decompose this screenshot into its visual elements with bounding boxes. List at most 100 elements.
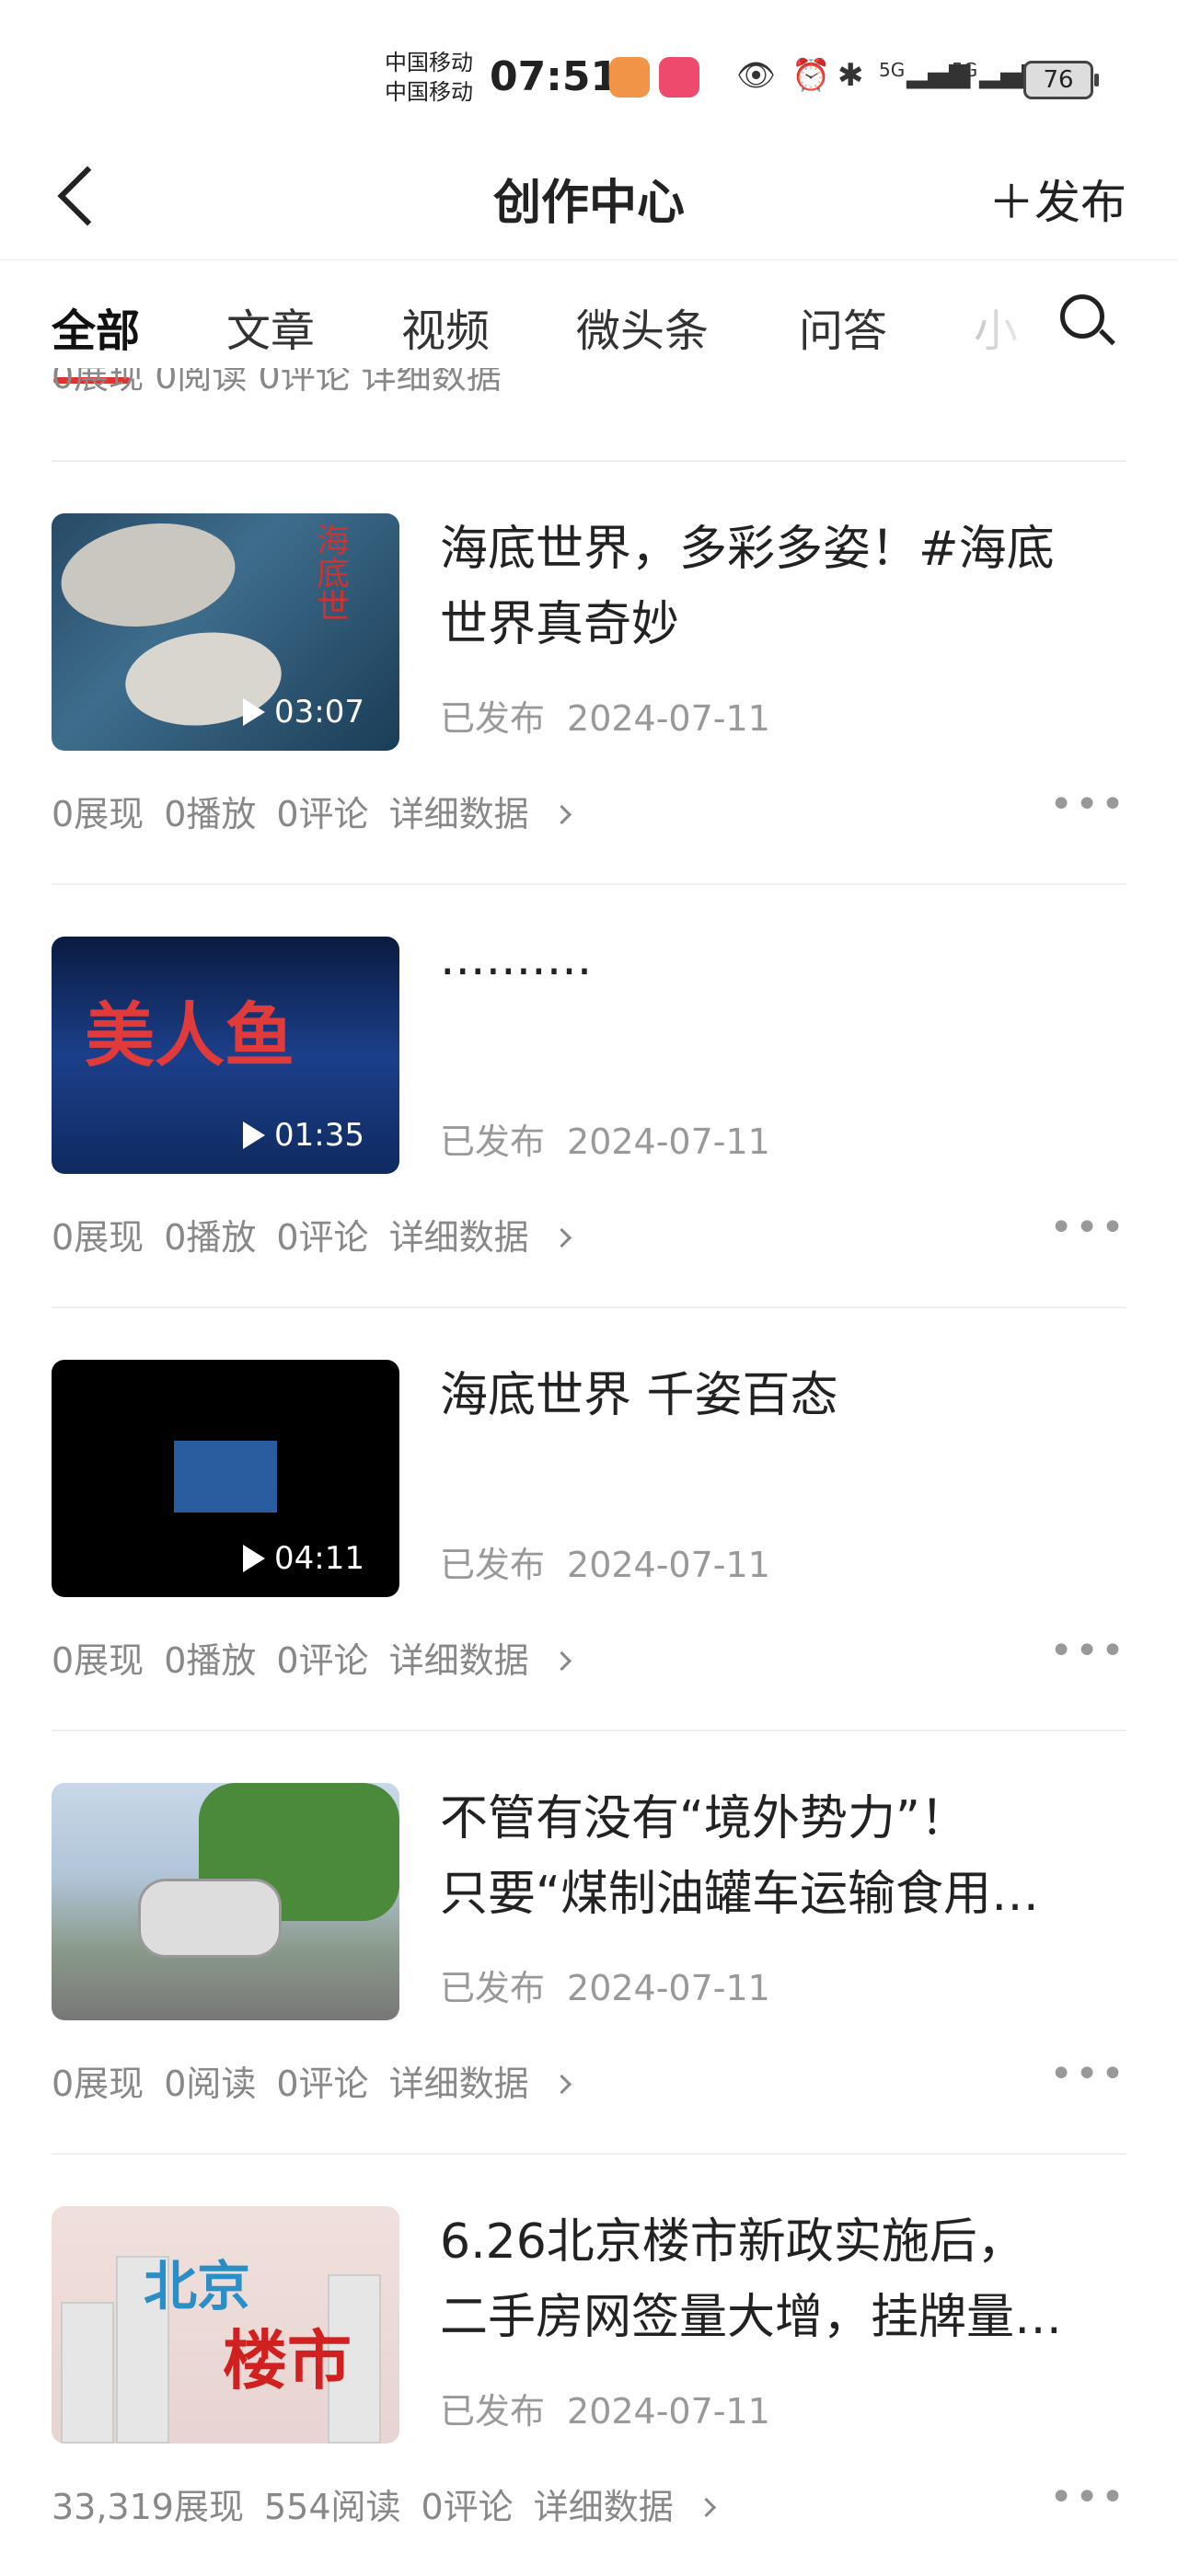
video-thumbnail[interactable]: 海底世 03:07 [52, 513, 399, 751]
title-line: 只要“煤制油罐车运输食用… [440, 1867, 1039, 1922]
divider [52, 1730, 1126, 1731]
tab-all[interactable]: 全部 [52, 294, 140, 359]
impressions: 0展现 [52, 1217, 144, 1258]
detail-data-link[interactable]: 详细数据 [389, 1217, 589, 1258]
network-5g-1: 5G [879, 59, 906, 81]
comments: 0评论 [421, 2487, 514, 2527]
title-line: 6.26北京楼市新政实施后， [440, 2214, 1025, 2270]
impressions: 0展现 [52, 1640, 144, 1681]
list-item[interactable]: 美人鱼 01:35 ·········· 已发布 2024-07-11 0展现 0播… [0, 883, 1178, 1306]
thumbnail-caption: 楼市 [223, 2323, 352, 2398]
tab-videos[interactable]: 视频 [401, 294, 490, 359]
comments: 0评论 [276, 794, 369, 834]
status-text: 已发布 [440, 1968, 546, 2008]
item-stats: 0展现 0阅读 0评论 详细数据 [52, 2055, 609, 2106]
carrier-info: 中国移动 中国移动 [385, 48, 473, 107]
title-line: ·········· [440, 945, 593, 1000]
duration-text: 03:07 [274, 694, 364, 730]
item-title[interactable]: 海底世界，多彩多姿！#海底 世界真奇妙 [440, 512, 1139, 662]
detail-data-link[interactable]: 详细数据 [389, 794, 589, 834]
views: 0播放 [164, 1217, 257, 1258]
publish-date: 2024-07-11 [567, 1545, 770, 1585]
tab-articles[interactable]: 文章 [226, 294, 315, 359]
eye-icon: 👁 [736, 57, 777, 94]
list-item[interactable]: 海底世 03:07 海底世界，多彩多姿！#海底 世界真奇妙 已发布 2024-07… [0, 460, 1178, 883]
comments: 0评论 [276, 2064, 369, 2104]
article-thumbnail[interactable] [52, 1783, 399, 2020]
play-icon [243, 1121, 266, 1149]
partial-stats-text: 0展现 0阅读 0评论 详细数据 [52, 368, 502, 397]
item-stats: 0展现 0播放 0评论 详细数据 [52, 1209, 609, 1259]
status-bar: 中国移动 中国移动 07:51 👁 ⏰ ✱ 5G ▂▄▆ 5G ▂▄▆ 76 [0, 0, 1178, 138]
divider [52, 2153, 1126, 2155]
item-title[interactable]: ·········· [440, 935, 1139, 1010]
status-text: 已发布 [440, 1121, 546, 1162]
item-stats: 33,319展现 554阅读 0评论 详细数据 [52, 2478, 754, 2529]
alarm-icon: ⏰ [791, 57, 831, 94]
play-icon [243, 1545, 266, 1572]
tab-qa[interactable]: 问答 [799, 294, 887, 359]
comments: 0评论 [276, 1640, 369, 1681]
item-stats: 0展现 0播放 0评论 详细数据 [52, 1632, 609, 1683]
more-options-icon[interactable]: ••• [1049, 1208, 1126, 1248]
header: 创作中心 ＋发布 [0, 138, 1178, 260]
views: 0播放 [164, 794, 257, 834]
list-item[interactable]: 北京 楼市 6.26北京楼市新政实施后， 二手房网签量大增，挂牌量… 已发布 20… [0, 2153, 1178, 2576]
detail-label: 详细数据 [388, 1217, 529, 1258]
publish-status: 已发布 2024-07-11 [440, 1536, 770, 1587]
item-title[interactable]: 6.26北京楼市新政实施后， 二手房网签量大增，挂牌量… [440, 2204, 1139, 2355]
publish-date: 2024-07-11 [567, 1968, 770, 2008]
duration-text: 04:11 [274, 1540, 364, 1577]
publish-status: 已发布 2024-07-11 [440, 1113, 770, 1164]
publish-date: 2024-07-11 [567, 2391, 770, 2432]
views: 0阅读 [164, 2064, 257, 2104]
publish-date: 2024-07-11 [567, 698, 770, 739]
status-text: 已发布 [440, 698, 546, 739]
carrier-2: 中国移动 [385, 79, 473, 105]
article-thumbnail[interactable]: 北京 楼市 [52, 2206, 399, 2444]
carrier-1: 中国移动 [385, 50, 473, 75]
detail-data-link[interactable]: 详细数据 [389, 1640, 589, 1681]
impressions: 33,319展现 [52, 2487, 244, 2527]
tab-micro-posts[interactable]: 微头条 [576, 294, 709, 359]
list-item[interactable]: 04:11 海底世界 千姿百态 已发布 2024-07-11 0展现 0播放 0评论详… [0, 1306, 1178, 1730]
divider [52, 1306, 1126, 1308]
chevron-right-icon [551, 1650, 572, 1672]
divider [52, 883, 1126, 885]
detail-data-link[interactable]: 详细数据 [534, 2487, 733, 2527]
video-thumbnail[interactable]: 美人鱼 01:35 [52, 937, 399, 1174]
detail-label: 详细数据 [388, 1640, 529, 1681]
title-line: 海底世界，多彩多姿！#海底 [440, 522, 1055, 577]
publish-button[interactable]: ＋发布 [988, 166, 1126, 232]
more-options-icon[interactable]: ••• [1049, 1631, 1126, 1672]
play-icon [243, 698, 266, 726]
impressions: 0展现 [52, 794, 144, 834]
chevron-right-icon [696, 2497, 716, 2518]
more-options-icon[interactable]: ••• [1049, 2478, 1126, 2518]
item-title[interactable]: 不管有没有“境外势力”！ 只要“煤制油罐车运输食用… [440, 1781, 1139, 1932]
more-options-icon[interactable]: ••• [1049, 785, 1126, 825]
duration-text: 01:35 [274, 1117, 364, 1154]
search-icon[interactable] [1060, 294, 1104, 339]
title-line: 二手房网签量大增，挂牌量… [440, 2290, 1063, 2345]
list-item[interactable]: 不管有没有“境外势力”！ 只要“煤制油罐车运输食用… 已发布 2024-07-11… [0, 1730, 1178, 2153]
impressions: 0展现 [52, 2064, 144, 2104]
video-thumbnail[interactable]: 04:11 [52, 1360, 399, 1597]
publish-status: 已发布 2024-07-11 [440, 1960, 770, 2010]
publish-label: 发布 [1034, 176, 1126, 229]
detail-data-link[interactable]: 详细数据 [389, 2064, 589, 2104]
tab-fade [957, 263, 1049, 383]
fish-shape [54, 513, 242, 638]
publish-date: 2024-07-11 [567, 1121, 770, 1162]
title-line: 海底世界 千姿百态 [440, 1368, 838, 1423]
plus-icon: ＋ [988, 176, 1034, 229]
chevron-right-icon [551, 1227, 572, 1248]
item-title[interactable]: 海底世界 千姿百态 [440, 1358, 1139, 1433]
detail-label: 详细数据 [388, 794, 529, 834]
views: 0播放 [164, 1640, 257, 1681]
more-options-icon[interactable]: ••• [1049, 2054, 1126, 2095]
thumbnail-inner-image [174, 1441, 277, 1512]
publish-status: 已发布 2024-07-11 [440, 690, 770, 741]
video-duration: 04:11 [243, 1540, 364, 1577]
title-line: 世界真奇妙 [440, 597, 680, 652]
